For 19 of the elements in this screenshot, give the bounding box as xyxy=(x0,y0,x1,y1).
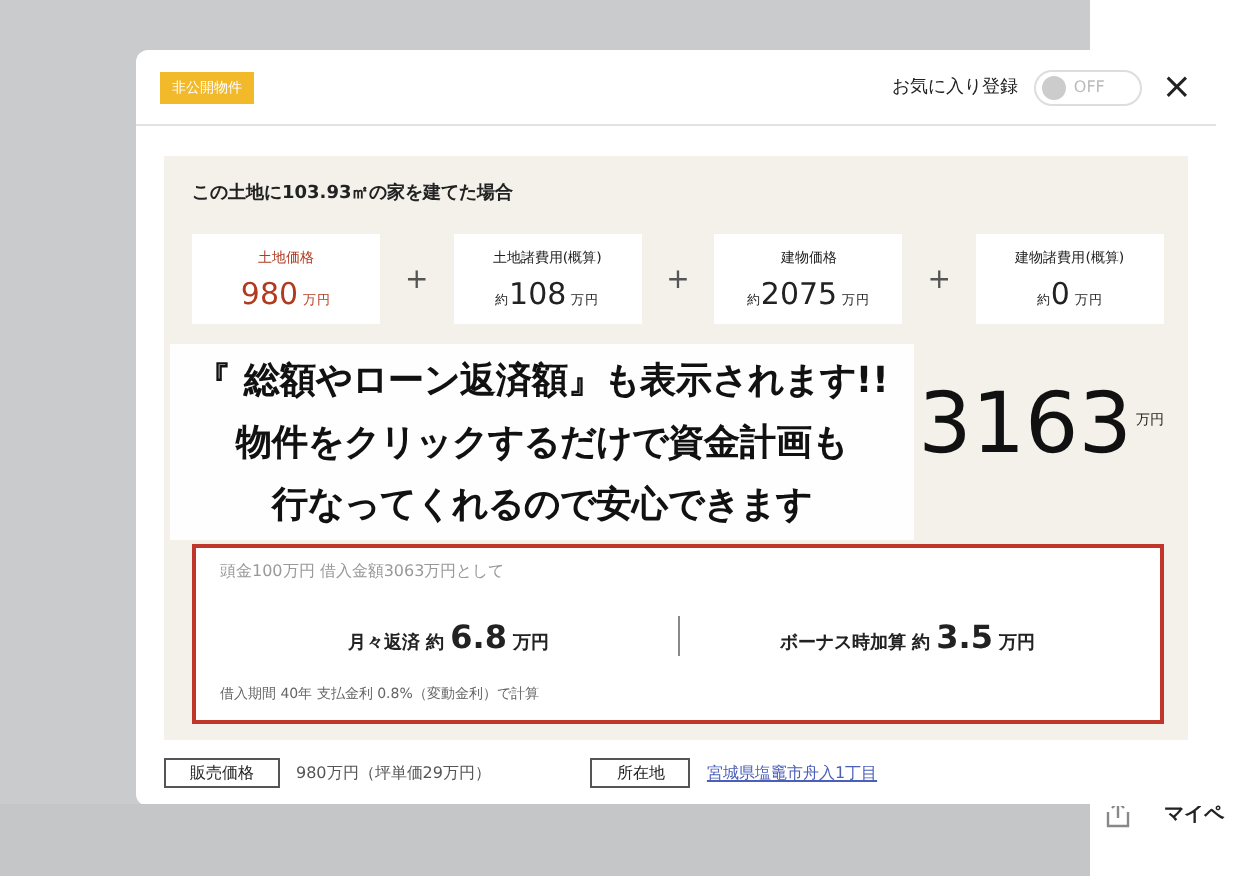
loan-payment: ボーナス時加算 約 3.5 万円 xyxy=(777,617,1038,655)
plus-sign: + xyxy=(404,263,429,295)
share-icon[interactable] xyxy=(1104,800,1132,828)
side-menu-label[interactable]: マイペ xyxy=(1164,800,1224,828)
caption-line: 『 総額やローン返済額』も表示されます!! xyxy=(195,357,889,404)
detail-label: 販売価格 xyxy=(164,758,280,788)
caption-line: 物件をクリックするだけで資金計画も xyxy=(236,419,848,466)
total-amount: 3163 xyxy=(918,382,1132,466)
caption-line: 行なってくれるので安心できます xyxy=(272,482,812,529)
plan-heading: この土地に103.93㎡の家を建てた場合 xyxy=(192,180,516,206)
address-link[interactable]: 宮城県塩竈市舟入1丁目 xyxy=(706,762,878,784)
close-button[interactable]: × xyxy=(1157,66,1196,108)
favorite-label: お気に入り登録 xyxy=(891,75,1018,100)
plus-sign: + xyxy=(927,263,951,295)
detail-label: 所在地 xyxy=(590,758,691,788)
loan-condition: 頭金100万円 借入金額3063万円として xyxy=(220,560,507,584)
loan-payment: 月々返済 約 6.8 万円 xyxy=(345,617,552,655)
plus-sign: + xyxy=(666,263,690,295)
detail-value: 980万円（坪単価29万円） xyxy=(296,762,491,784)
